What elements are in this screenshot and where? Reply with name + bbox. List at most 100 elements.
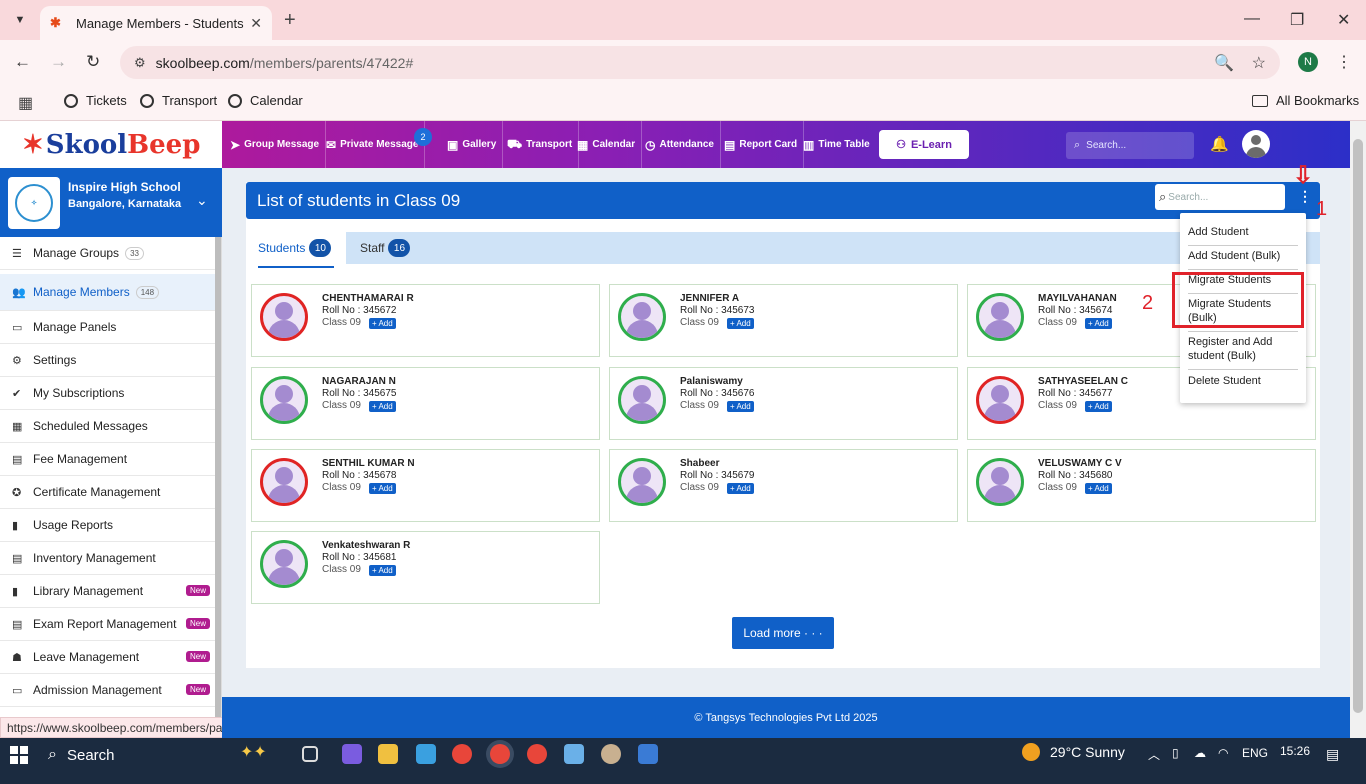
sidebar-item-manage-members[interactable]: 👥 Manage Members 148: [0, 274, 216, 311]
tab-list-chevron-icon[interactable]: ▼: [8, 8, 32, 32]
sidebar-item-manage-panels[interactable]: ▭ Manage Panels: [0, 311, 216, 344]
nav-group-message[interactable]: ➤ Group Message: [224, 121, 327, 168]
nav-private-message[interactable]: ✉ Private Message: [320, 121, 426, 168]
photos-icon[interactable]: [638, 744, 658, 764]
add-button[interactable]: + Add: [727, 318, 754, 329]
add-button[interactable]: + Add: [1085, 401, 1112, 412]
load-more-button[interactable]: Load more · · ·: [732, 617, 834, 649]
forward-arrow-icon[interactable]: →: [50, 52, 67, 72]
wifi-volume-icon[interactable]: ◠: [1218, 746, 1228, 760]
school-selector[interactable]: ✧ Inspire High School Bangalore, Karnata…: [0, 168, 222, 237]
page-scrollbar[interactable]: [1350, 121, 1366, 738]
site-info-icon[interactable]: ⚙: [134, 55, 146, 71]
taskbar-clock[interactable]: 15:26: [1280, 744, 1310, 758]
notification-bell-icon[interactable]: 🔔: [1210, 135, 1229, 153]
sidebar-item-usage-reports[interactable]: ▮ Usage Reports: [0, 509, 216, 542]
notepad-icon[interactable]: [564, 744, 584, 764]
tray-device-icon[interactable]: ▯: [1172, 746, 1179, 760]
nav-transport[interactable]: ⛟ Transport: [501, 121, 580, 168]
add-button[interactable]: + Add: [1085, 318, 1112, 329]
profile-avatar[interactable]: N: [1298, 52, 1318, 72]
sidebar-item-manage-groups[interactable]: ☰ Manage Groups 33: [0, 237, 216, 270]
add-button[interactable]: + Add: [369, 483, 396, 494]
sparkle-icon[interactable]: ✦✦: [240, 742, 286, 762]
close-tab-icon[interactable]: ✕: [250, 15, 262, 32]
browser-menu-icon[interactable]: ⋮: [1336, 52, 1352, 72]
apps-grid-icon[interactable]: ▦: [18, 93, 33, 113]
sidebar-scrollbar[interactable]: [215, 237, 221, 717]
weather-widget[interactable]: 29°C Sunny: [1022, 743, 1125, 761]
chrome-icon-2[interactable]: [527, 744, 547, 764]
student-search-input[interactable]: ⌕ Search...: [1155, 184, 1285, 210]
nav-report-card[interactable]: ▤ Report Card: [718, 121, 805, 168]
tab-students[interactable]: Students 10: [246, 232, 346, 268]
file-explorer-icon[interactable]: [378, 744, 398, 764]
student-card[interactable]: JENNIFER A Roll No : 345673 Class 09 + A…: [609, 284, 958, 357]
nav-calendar[interactable]: ▦ Calendar: [571, 121, 643, 168]
chevron-down-icon[interactable]: ⌄: [196, 192, 208, 209]
student-card[interactable]: CHENTHAMARAI R Roll No : 345672 Class 09…: [251, 284, 600, 357]
sidebar-item-scheduled-messages[interactable]: ▦ Scheduled Messages: [0, 410, 216, 443]
nav-gallery[interactable]: ▣ Gallery: [441, 121, 504, 168]
add-button[interactable]: + Add: [369, 401, 396, 412]
browser-tab[interactable]: ✱ Manage Members - Students ✕: [40, 6, 272, 40]
sidebar-item-admission-management[interactable]: ▭ Admission Management New: [0, 674, 216, 707]
add-button[interactable]: + Add: [727, 483, 754, 494]
skoolbeep-logo[interactable]: ✶ SkoolBeep: [0, 121, 222, 168]
restore-icon[interactable]: ❐: [1290, 10, 1304, 30]
tray-chevron-icon[interactable]: ︿: [1148, 746, 1160, 763]
window-close-icon[interactable]: ✕: [1337, 10, 1350, 30]
student-card[interactable]: VELUSWAMY C V Roll No : 345680 Class 09 …: [967, 449, 1316, 522]
sidebar-item-exam-report-management[interactable]: ▤ Exam Report Management New: [0, 608, 216, 641]
add-button[interactable]: + Add: [727, 401, 754, 412]
sidebar-item-library-management[interactable]: ▮ Library Management New: [0, 575, 216, 608]
menu-add-student-bulk[interactable]: Add Student (Bulk): [1188, 249, 1298, 263]
nav-attendance[interactable]: ◷ Attendance: [639, 121, 721, 168]
bookmark-transport[interactable]: Transport: [140, 93, 217, 108]
sidebar-item-inventory-management[interactable]: ▤ Inventory Management: [0, 542, 216, 575]
more-options-icon[interactable]: ⋮: [1298, 188, 1312, 208]
windows-start-icon[interactable]: [10, 746, 28, 764]
elearn-button[interactable]: ⚇ E-Learn: [879, 130, 969, 159]
chrome-active-icon[interactable]: [490, 744, 510, 764]
menu-delete-student[interactable]: Delete Student: [1188, 374, 1298, 388]
back-arrow-icon[interactable]: ←: [14, 52, 31, 72]
minimize-icon[interactable]: —: [1244, 10, 1260, 28]
sidebar-item-certificate-management[interactable]: ✪ Certificate Management: [0, 476, 216, 509]
store-icon[interactable]: [416, 744, 436, 764]
bookmark-tickets[interactable]: Tickets: [64, 93, 127, 108]
zoom-star-icons[interactable]: 🔍 ☆: [1214, 53, 1266, 73]
bookmark-calendar[interactable]: Calendar: [228, 93, 303, 108]
nav-time-table[interactable]: ▥ Time Table: [797, 121, 876, 168]
add-button[interactable]: + Add: [1085, 483, 1112, 494]
scrollbar-thumb[interactable]: [1353, 139, 1363, 713]
language-indicator[interactable]: ENG: [1242, 746, 1268, 760]
sidebar-item-settings[interactable]: ⚙ Settings: [0, 344, 216, 377]
paint-icon[interactable]: [601, 744, 621, 764]
header-search-input[interactable]: ⌕ Search...: [1066, 132, 1194, 159]
menu-add-student[interactable]: Add Student: [1188, 225, 1298, 239]
student-card[interactable]: Venkateshwaran R Roll No : 345681 Class …: [251, 531, 600, 604]
all-bookmarks[interactable]: All Bookmarks: [1252, 93, 1359, 108]
student-card[interactable]: NAGARAJAN N Roll No : 345675 Class 09 + …: [251, 367, 600, 440]
menu-register-add-student-bulk[interactable]: Register and Add student (Bulk): [1188, 335, 1298, 363]
student-card[interactable]: SENTHIL KUMAR N Roll No : 345678 Class 0…: [251, 449, 600, 522]
sidebar-item-my-subscriptions[interactable]: ✔ My Subscriptions: [0, 377, 216, 410]
onedrive-cloud-icon[interactable]: ☁: [1194, 746, 1206, 760]
chrome-icon[interactable]: [452, 744, 472, 764]
sidebar-item-leave-management[interactable]: ☗ Leave Management New: [0, 641, 216, 674]
taskbar-search[interactable]: ⌕ Search: [48, 742, 115, 768]
sidebar-item-fee-management[interactable]: ▤ Fee Management: [0, 443, 216, 476]
notification-center-icon[interactable]: ▤: [1326, 746, 1339, 763]
task-view-icon[interactable]: [302, 746, 318, 762]
add-button[interactable]: + Add: [369, 565, 396, 576]
student-card[interactable]: Palaniswamy Roll No : 345676 Class 09 + …: [609, 367, 958, 440]
tab-staff[interactable]: Staff 16: [360, 232, 420, 264]
add-button[interactable]: + Add: [369, 318, 396, 329]
student-card[interactable]: Shabeer Roll No : 345679 Class 09 + Add: [609, 449, 958, 522]
copilot-icon[interactable]: [342, 744, 362, 764]
new-tab-plus-icon[interactable]: +: [284, 9, 296, 32]
reload-icon[interactable]: ↻: [86, 52, 100, 72]
address-bar[interactable]: ⚙ skoolbeep.com/members/parents/47422# 🔍…: [120, 46, 1280, 79]
user-avatar[interactable]: [1242, 130, 1270, 158]
